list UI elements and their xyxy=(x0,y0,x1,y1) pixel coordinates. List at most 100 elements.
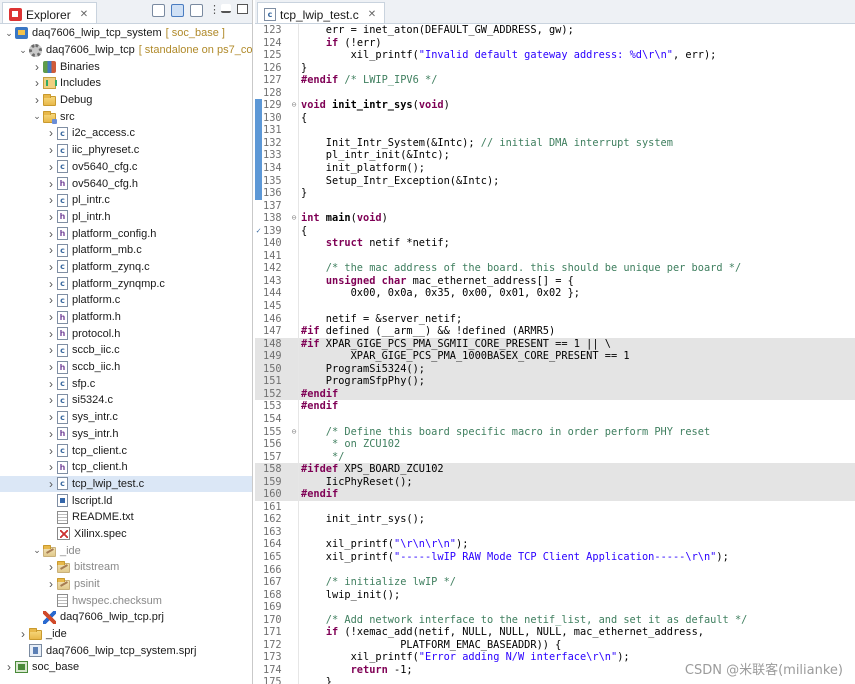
chevron-right-icon[interactable]: › xyxy=(45,343,57,357)
tree-item[interactable]: › c platform_mb.c xyxy=(0,242,252,259)
tree-item[interactable]: › c tcp_client.c xyxy=(0,442,252,459)
tree-item[interactable]: › Includes xyxy=(0,75,252,92)
close-icon[interactable]: ✕ xyxy=(80,9,88,20)
tree-item[interactable]: › h sys_intr.h xyxy=(0,426,252,443)
tree-item[interactable]: › c platform_zynq.c xyxy=(0,259,252,276)
chevron-right-icon[interactable]: › xyxy=(45,193,57,207)
chevron-right-icon[interactable]: › xyxy=(45,126,57,140)
code-line[interactable]: 155 ⊖ /* Define this board specific macro… xyxy=(255,426,855,439)
code-line[interactable]: 163 xyxy=(255,526,855,539)
code-line[interactable]: 134 init_platform(); xyxy=(255,162,855,175)
collapse-all-icon[interactable] xyxy=(152,4,165,17)
code-line[interactable]: 128 xyxy=(255,87,855,100)
code-line[interactable]: 162 init_intr_sys(); xyxy=(255,513,855,526)
chevron-right-icon[interactable]: › xyxy=(45,360,57,374)
tree-item[interactable]: README.txt xyxy=(0,509,252,526)
tree-item[interactable]: › c pl_intr.c xyxy=(0,192,252,209)
chevron-right-icon[interactable]: › xyxy=(45,444,57,458)
tree-item[interactable]: › c sfp.c xyxy=(0,375,252,392)
code-line[interactable]: 127 #endif /* LWIP_IPV6 */ xyxy=(255,74,855,87)
code-line[interactable]: ✓ 139 { xyxy=(255,225,855,238)
chevron-right-icon[interactable]: › xyxy=(45,310,57,324)
code-line[interactable]: 160 #endif xyxy=(255,488,855,501)
code-line[interactable]: 137 xyxy=(255,200,855,213)
tree-item[interactable]: › h ov5640_cfg.h xyxy=(0,175,252,192)
tree-item[interactable]: › bitstream xyxy=(0,559,252,576)
code-line[interactable]: 144 0x00, 0x0a, 0x35, 0x00, 0x01, 0x02 }… xyxy=(255,287,855,300)
chevron-down-icon[interactable]: ⌄ xyxy=(3,28,15,39)
tree-item[interactable]: › Debug xyxy=(0,92,252,109)
tree-item[interactable]: › h protocol.h xyxy=(0,325,252,342)
chevron-right-icon[interactable]: › xyxy=(45,277,57,291)
fold-toggle-icon[interactable]: ⊖ xyxy=(290,212,298,225)
code-line[interactable]: 172 PLATFORM_EMAC_BASEADDR)) { xyxy=(255,639,855,652)
chevron-right-icon[interactable]: › xyxy=(31,60,43,74)
code-line[interactable]: 151 ProgramSfpPhy(); xyxy=(255,375,855,388)
tree-item[interactable]: › c sccb_iic.c xyxy=(0,342,252,359)
chevron-right-icon[interactable]: › xyxy=(45,460,57,474)
tree-item[interactable]: lscript.ld xyxy=(0,492,252,509)
chevron-down-icon[interactable]: ⌄ xyxy=(31,545,43,556)
code-line[interactable]: 152 #endif xyxy=(255,387,855,401)
maximize-icon[interactable] xyxy=(237,4,248,14)
tree-item[interactable]: ⌄ src xyxy=(0,108,252,125)
tree-item[interactable]: › h pl_intr.h xyxy=(0,209,252,226)
chevron-right-icon[interactable]: › xyxy=(45,227,57,241)
code-line[interactable]: 169 xyxy=(255,601,855,614)
code-line[interactable]: 126} xyxy=(255,62,855,75)
filter-icon[interactable] xyxy=(190,4,203,17)
chevron-right-icon[interactable]: › xyxy=(31,93,43,107)
code-line[interactable]: 156 * on ZCU102 xyxy=(255,438,855,451)
chevron-right-icon[interactable]: › xyxy=(45,393,57,407)
tree-item[interactable]: ⌄ _ide xyxy=(0,542,252,559)
tree-item[interactable]: Xilinx.spec xyxy=(0,526,252,543)
tree-item[interactable]: › c sys_intr.c xyxy=(0,409,252,426)
tree-item[interactable]: daq7606_lwip_tcp_system.sprj xyxy=(0,642,252,659)
close-icon[interactable]: ✕ xyxy=(368,9,376,20)
code-line[interactable]: 164 xil_printf("\r\n\r\n"); xyxy=(255,538,855,551)
code-line[interactable]: 145 xyxy=(255,300,855,313)
chevron-right-icon[interactable]: › xyxy=(45,260,57,274)
code-line[interactable]: 135 Setup_Intr_Exception(&Intc); xyxy=(255,174,855,188)
link-with-editor-icon[interactable] xyxy=(171,4,184,17)
chevron-right-icon[interactable]: › xyxy=(31,76,43,90)
code-line[interactable]: 158 #ifdef XPS_BOARD_ZCU102 xyxy=(255,463,855,476)
code-line[interactable]: 166 xyxy=(255,564,855,577)
tree-item[interactable]: › c i2c_access.c xyxy=(0,125,252,142)
code-line[interactable]: 138 ⊖ int main(void) xyxy=(255,212,855,225)
chevron-right-icon[interactable]: › xyxy=(45,243,57,257)
code-line[interactable]: 147 #if defined (__arm__) && !defined (AR… xyxy=(255,325,855,338)
code-line[interactable]: 168 lwip_init(); xyxy=(255,589,855,602)
tree-item[interactable]: › h sccb_iic.h xyxy=(0,359,252,376)
chevron-right-icon[interactable]: › xyxy=(45,210,57,224)
chevron-right-icon[interactable]: › xyxy=(45,577,57,591)
code-line[interactable]: 149 XPAR_GIGE_PCS_PMA_1000BASEX_CORE_PRE… xyxy=(255,350,855,363)
chevron-right-icon[interactable]: › xyxy=(45,143,57,157)
tree-item[interactable]: › h tcp_client.h xyxy=(0,459,252,476)
tree-item[interactable]: › h platform_config.h xyxy=(0,225,252,242)
tree-item[interactable]: › Binaries xyxy=(0,58,252,75)
code-line[interactable]: 157 */ xyxy=(255,451,855,464)
view-menu-icon[interactable]: ⋮ xyxy=(209,4,220,17)
tree-item[interactable]: › psinit xyxy=(0,576,252,593)
code-line[interactable]: 132 Init_Intr_System(&Intc); // initial … xyxy=(255,136,855,150)
code-line[interactable]: 165 xil_printf("-----lwIP RAW Mode TCP C… xyxy=(255,551,855,564)
code-line[interactable]: 159 IicPhyReset(); xyxy=(255,475,855,489)
code-line[interactable]: 170 /* Add network interface to the neti… xyxy=(255,614,855,627)
fold-toggle-icon[interactable]: ⊖ xyxy=(290,426,298,439)
tree-item[interactable]: hwspec.checksum xyxy=(0,592,252,609)
chevron-right-icon[interactable]: › xyxy=(45,427,57,441)
code-line[interactable]: 130 { xyxy=(255,111,855,125)
tree-item[interactable]: › _ide xyxy=(0,626,252,643)
code-line[interactable]: 161 xyxy=(255,501,855,514)
code-line[interactable]: 142 /* the mac address of the board. thi… xyxy=(255,262,855,275)
tree-item[interactable]: › c iic_phyreset.c xyxy=(0,142,252,159)
code-line[interactable]: 154 xyxy=(255,413,855,426)
code-line[interactable]: 124 if (!err) xyxy=(255,37,855,50)
tree-item[interactable]: › c ov5640_cfg.c xyxy=(0,159,252,176)
tree-item[interactable]: › c platform_zynqmp.c xyxy=(0,275,252,292)
chevron-right-icon[interactable]: › xyxy=(45,177,57,191)
code-line[interactable]: 131 xyxy=(255,124,855,137)
chevron-right-icon[interactable]: › xyxy=(45,560,57,574)
tree-item[interactable]: › c platform.c xyxy=(0,292,252,309)
